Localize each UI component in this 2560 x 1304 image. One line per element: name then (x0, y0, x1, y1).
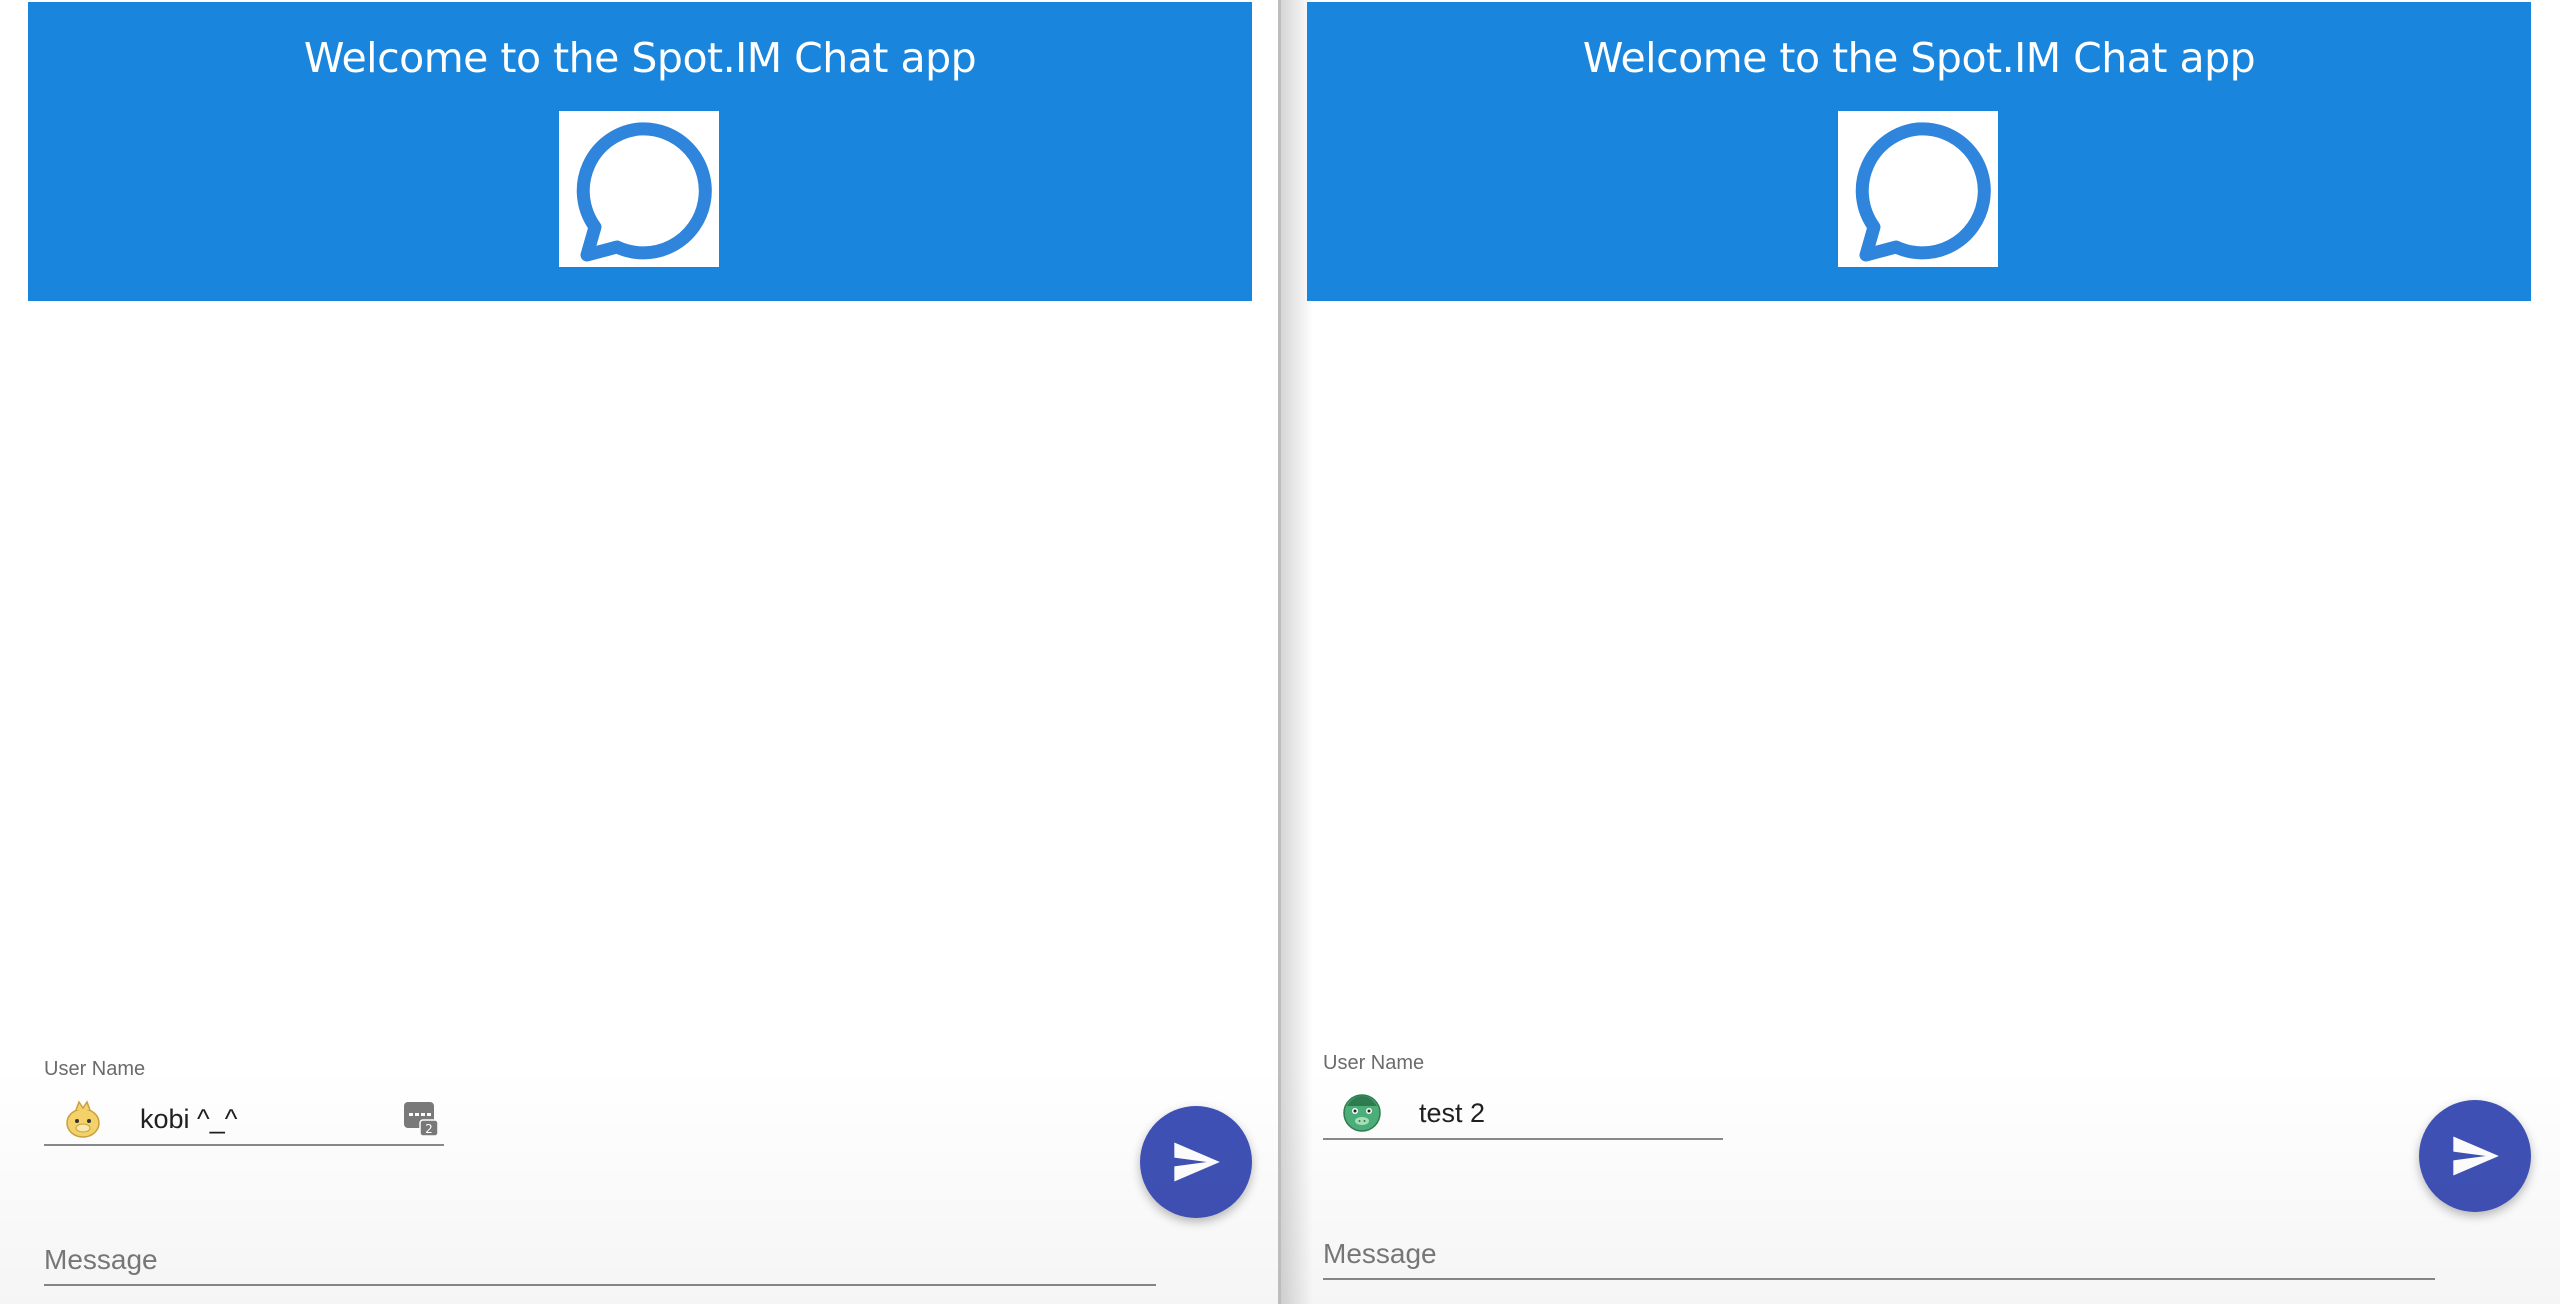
user-name-field[interactable]: test 2 (1323, 1086, 1723, 1140)
split-screen: Welcome to the Spot.IM Chat app User Nam… (0, 0, 2560, 1304)
user-name-label: User Name (1323, 1052, 1425, 1074)
chat-logo-icon (1838, 111, 1998, 267)
send-button[interactable] (1140, 1106, 1252, 1218)
keyboard-badge-icon[interactable]: 2 (402, 1100, 440, 1138)
app-header: Welcome to the Spot.IM Chat app (28, 2, 1252, 301)
green-creature-avatar-icon[interactable] (1341, 1092, 1383, 1134)
header-title: Welcome to the Spot.IM Chat app (1582, 34, 2256, 82)
chat-logo-icon (559, 111, 719, 267)
yellow-creature-avatar-icon[interactable] (62, 1098, 104, 1140)
chat-pane-right: Welcome to the Spot.IM Chat app User Nam… (1281, 0, 2560, 1304)
user-name-input[interactable]: kobi ^_^ (140, 1104, 237, 1135)
user-name-field[interactable]: kobi ^_^ 2 (44, 1092, 444, 1146)
send-icon (2453, 1136, 2499, 1176)
message-placeholder: Message (44, 1244, 158, 1275)
app-header: Welcome to the Spot.IM Chat app (1307, 2, 2531, 301)
svg-text:2: 2 (425, 1122, 433, 1136)
send-button[interactable] (2419, 1100, 2531, 1212)
header-title: Welcome to the Spot.IM Chat app (303, 34, 977, 82)
chat-pane-left: Welcome to the Spot.IM Chat app User Nam… (0, 0, 1279, 1304)
message-placeholder: Message (1323, 1238, 1437, 1269)
send-icon (1174, 1142, 1220, 1182)
message-input[interactable]: Message (1323, 1230, 2435, 1280)
message-input[interactable]: Message (44, 1236, 1156, 1286)
user-name-label: User Name (44, 1058, 146, 1080)
user-name-input[interactable]: test 2 (1419, 1098, 1485, 1129)
